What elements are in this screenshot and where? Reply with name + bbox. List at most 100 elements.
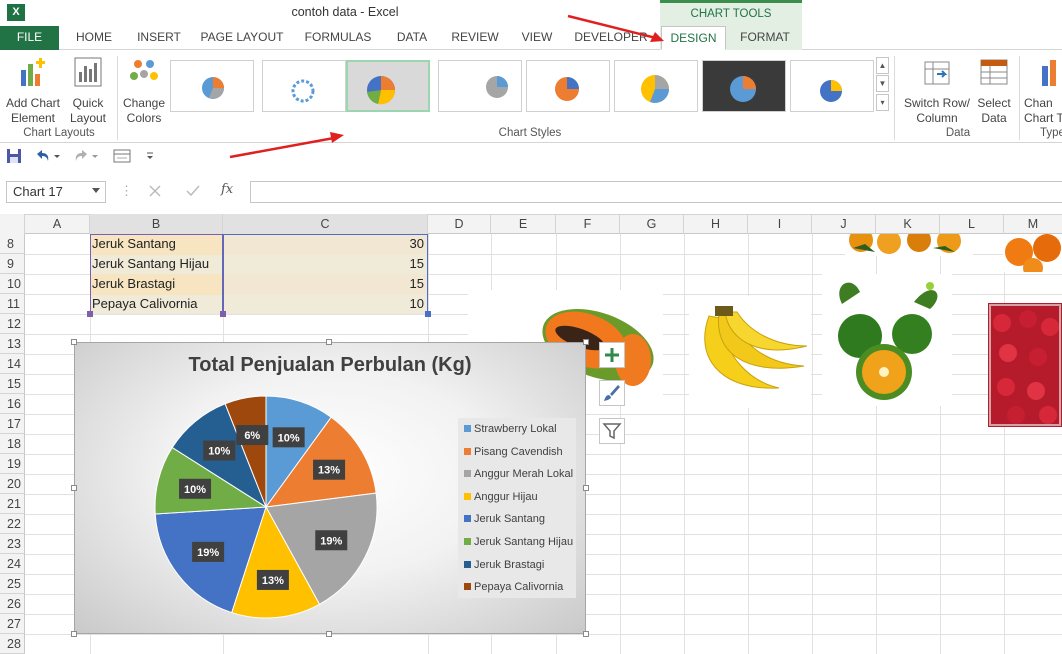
row-header[interactable]: 18: [0, 434, 25, 454]
change-chart-type-button[interactable]: Chan Chart T: [1024, 56, 1062, 126]
data-label[interactable]: 19%: [315, 530, 348, 551]
row-header[interactable]: 26: [0, 594, 25, 614]
resize-handle[interactable]: [326, 631, 332, 637]
row-header[interactable]: 9: [0, 254, 25, 274]
resize-handle[interactable]: [71, 631, 77, 637]
chart-style-8[interactable]: [790, 60, 874, 112]
tab-formulas[interactable]: FORMULAS: [297, 26, 379, 50]
chart-style-7[interactable]: [702, 60, 786, 112]
tab-view[interactable]: VIEW: [513, 26, 561, 50]
column-header[interactable]: J: [812, 214, 876, 234]
column-header[interactable]: I: [748, 214, 812, 234]
row-header[interactable]: 24: [0, 554, 25, 574]
resize-handle[interactable]: [71, 339, 77, 345]
change-colors-button[interactable]: Change Colors: [119, 56, 169, 126]
data-label[interactable]: 19%: [192, 541, 225, 562]
add-chart-element-button[interactable]: Add Chart Element: [3, 56, 63, 126]
tab-home[interactable]: HOME: [67, 26, 121, 50]
tab-file[interactable]: FILE: [0, 26, 59, 50]
row-header[interactable]: 23: [0, 534, 25, 554]
resize-handle[interactable]: [326, 339, 332, 345]
undo-icon[interactable]: [34, 148, 62, 164]
chart-styles-button[interactable]: [599, 380, 625, 406]
row-header[interactable]: 10: [0, 274, 25, 294]
enter-icon[interactable]: [186, 185, 200, 197]
chart-elements-button[interactable]: [599, 342, 625, 368]
data-label[interactable]: 10%: [203, 440, 236, 461]
row-header[interactable]: 12: [0, 314, 25, 334]
cancel-icon[interactable]: [149, 185, 161, 197]
resize-handle[interactable]: [71, 485, 77, 491]
row-header[interactable]: 25: [0, 574, 25, 594]
data-label[interactable]: 10%: [179, 478, 212, 499]
select-data-button[interactable]: Select Data: [975, 56, 1013, 126]
range-handle[interactable]: [220, 311, 226, 317]
mandarin-picture[interactable]: [1003, 234, 1062, 278]
row-header[interactable]: 22: [0, 514, 25, 534]
table-cell-name[interactable]: Jeruk Santang Hijau: [90, 254, 222, 274]
tab-review[interactable]: REVIEW: [445, 26, 505, 50]
column-header[interactable]: D: [428, 214, 491, 234]
column-header[interactable]: K: [876, 214, 940, 234]
column-header[interactable]: F: [556, 214, 620, 234]
table-cell-value[interactable]: 15: [223, 274, 427, 294]
row-header[interactable]: 14: [0, 354, 25, 374]
strawberry-picture[interactable]: [988, 303, 1062, 427]
name-box-dropdown-icon[interactable]: [92, 188, 100, 194]
switch-row-column-button[interactable]: Switch Row/ Column: [898, 56, 976, 126]
column-header[interactable]: G: [620, 214, 684, 234]
data-label[interactable]: 13%: [313, 459, 346, 480]
column-header[interactable]: E: [491, 214, 556, 234]
table-cell-name[interactable]: Pepaya Calivornia: [90, 294, 222, 314]
table-cell-name[interactable]: Jeruk Brastagi: [90, 274, 222, 294]
table-cell-value[interactable]: 10: [223, 294, 427, 314]
row-header[interactable]: 27: [0, 614, 25, 634]
chart-style-3-selected[interactable]: [346, 60, 430, 112]
column-header[interactable]: A: [25, 214, 90, 234]
tab-design[interactable]: DESIGN: [661, 26, 726, 50]
table-cell-value[interactable]: 15: [223, 254, 427, 274]
chart-style-4[interactable]: [438, 60, 522, 112]
tab-format[interactable]: FORMAT: [730, 26, 800, 50]
tab-page-layout[interactable]: PAGE LAYOUT: [196, 26, 288, 50]
chart-style-5[interactable]: [526, 60, 610, 112]
table-cell-value[interactable]: 30: [223, 234, 427, 254]
column-header[interactable]: L: [940, 214, 1004, 234]
row-header[interactable]: 11: [0, 294, 25, 314]
name-box[interactable]: Chart 17: [6, 181, 106, 203]
save-icon[interactable]: [6, 148, 22, 164]
chart-style-6[interactable]: [614, 60, 698, 112]
table-cell-name[interactable]: Jeruk Santang: [90, 234, 222, 254]
select-all-corner[interactable]: [0, 214, 25, 234]
form-icon[interactable]: [113, 148, 131, 164]
row-header[interactable]: 16: [0, 394, 25, 414]
formula-input[interactable]: [250, 181, 1062, 203]
column-header[interactable]: B: [90, 214, 223, 234]
chart-filters-button[interactable]: [599, 418, 625, 444]
column-header[interactable]: M: [1004, 214, 1062, 234]
gallery-more-icon[interactable]: ▾: [876, 94, 889, 111]
tab-data[interactable]: DATA: [388, 26, 436, 50]
resize-handle[interactable]: [583, 631, 589, 637]
gallery-scroll-down-icon[interactable]: ▼: [876, 75, 889, 92]
citrus-picture[interactable]: [822, 274, 952, 406]
insert-function-icon[interactable]: fx: [221, 182, 233, 197]
quick-layout-button[interactable]: Quick Layout: [64, 56, 112, 126]
data-label[interactable]: 13%: [256, 569, 289, 590]
redo-icon[interactable]: [72, 148, 100, 164]
range-handle[interactable]: [87, 311, 93, 317]
row-header[interactable]: 8: [0, 234, 25, 254]
row-header[interactable]: 17: [0, 414, 25, 434]
customize-qat-icon[interactable]: [145, 151, 155, 161]
row-header[interactable]: 13: [0, 334, 25, 354]
resize-handle[interactable]: [583, 485, 589, 491]
tab-insert[interactable]: INSERT: [130, 26, 188, 50]
column-header[interactable]: C: [223, 214, 428, 234]
gallery-scroll-up-icon[interactable]: ▲: [876, 57, 889, 74]
banana-picture[interactable]: [689, 296, 811, 408]
oranges-picture[interactable]: [845, 228, 973, 256]
column-header[interactable]: H: [684, 214, 748, 234]
data-label[interactable]: 10%: [272, 427, 305, 448]
row-header[interactable]: 21: [0, 494, 25, 514]
range-handle[interactable]: [425, 311, 431, 317]
